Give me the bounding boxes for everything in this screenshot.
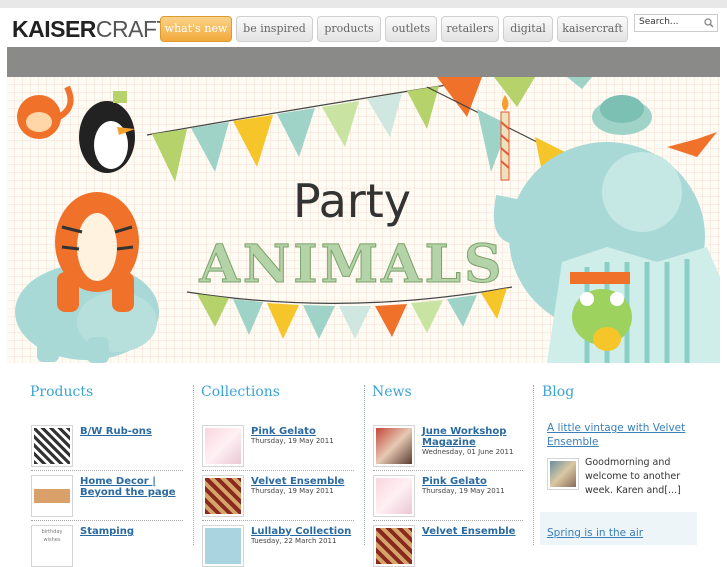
product-thumbnail[interactable] bbox=[31, 425, 73, 467]
blog-post-link[interactable]: Spring is in the air bbox=[547, 526, 697, 540]
collection-date: Tuesday, 22 March 2011 bbox=[251, 537, 337, 545]
nav-kaisercraft[interactable]: kaisercraft bbox=[557, 16, 628, 42]
search-icon[interactable] bbox=[704, 18, 714, 28]
nav-outlets[interactable]: outlets bbox=[385, 16, 437, 42]
news-heading: News bbox=[372, 384, 412, 400]
top-strip bbox=[0, 0, 727, 8]
blog-thumbnail[interactable] bbox=[547, 458, 579, 490]
banner-title-animals: ANIMALS bbox=[198, 234, 504, 295]
blog-post-link[interactable]: A little vintage with Velvet Ensemble bbox=[547, 421, 697, 449]
item-separator bbox=[373, 470, 523, 471]
product-link[interactable]: Home Decor | Beyond the page bbox=[80, 476, 185, 498]
item-separator bbox=[31, 470, 183, 471]
collection-thumbnail[interactable] bbox=[202, 525, 244, 567]
product-thumbnail[interactable]: birthday wishes bbox=[31, 525, 73, 567]
collection-thumbnail[interactable] bbox=[202, 425, 244, 467]
item-separator bbox=[373, 520, 523, 521]
nav-products[interactable]: products bbox=[317, 16, 381, 42]
nav-retailers[interactable]: retailers bbox=[441, 16, 499, 42]
item-separator bbox=[31, 520, 183, 521]
product-link[interactable]: B/W Rub-ons bbox=[80, 426, 185, 437]
news-date: Wednesday, 01 June 2011 bbox=[422, 448, 514, 456]
news-thumbnail[interactable] bbox=[373, 425, 415, 467]
news-link[interactable]: June Workshop Magazine bbox=[422, 426, 522, 448]
column-divider bbox=[533, 385, 534, 545]
search-placeholder: Search... bbox=[639, 17, 679, 27]
collection-date: Thursday, 19 May 2011 bbox=[251, 487, 334, 495]
kaisercraft-logo[interactable]: KAISERCRAFT bbox=[12, 16, 171, 42]
blog-heading: Blog bbox=[542, 384, 575, 400]
news-link[interactable]: Pink Gelato bbox=[422, 476, 522, 487]
banner-illustration: Party ANIMALS bbox=[7, 77, 720, 363]
nav-digital[interactable]: digital bbox=[503, 16, 553, 42]
collection-link[interactable]: Lullaby Collection bbox=[251, 526, 361, 537]
news-link[interactable]: Velvet Ensemble bbox=[422, 526, 522, 537]
news-thumbnail[interactable] bbox=[373, 475, 415, 517]
banner-title-party: Party bbox=[293, 174, 411, 228]
nav-be-inspired[interactable]: be inspired bbox=[236, 16, 313, 42]
collection-link[interactable]: Pink Gelato bbox=[251, 426, 361, 437]
collection-link[interactable]: Velvet Ensemble bbox=[251, 476, 361, 487]
column-divider bbox=[193, 385, 194, 545]
nav-whats-new[interactable]: what's new bbox=[160, 16, 232, 42]
item-separator bbox=[202, 520, 354, 521]
product-thumbnail[interactable] bbox=[31, 475, 73, 517]
search-input[interactable]: Search... bbox=[634, 14, 718, 32]
products-heading: Products bbox=[30, 384, 94, 400]
news-date: Thursday, 19 May 2011 bbox=[422, 487, 505, 495]
news-thumbnail[interactable] bbox=[373, 525, 415, 567]
column-divider bbox=[364, 385, 365, 545]
collection-date: Thursday, 19 May 2011 bbox=[251, 437, 334, 445]
sub-nav-bar bbox=[7, 47, 720, 77]
blog-excerpt: Goodmorning and welcome to another week.… bbox=[585, 457, 681, 496]
collection-thumbnail[interactable] bbox=[202, 475, 244, 517]
collections-heading: Collections bbox=[201, 384, 280, 400]
product-link[interactable]: Stamping bbox=[80, 526, 185, 537]
party-animals-banner[interactable]: Party ANIMALS bbox=[7, 77, 720, 363]
item-separator bbox=[202, 470, 354, 471]
